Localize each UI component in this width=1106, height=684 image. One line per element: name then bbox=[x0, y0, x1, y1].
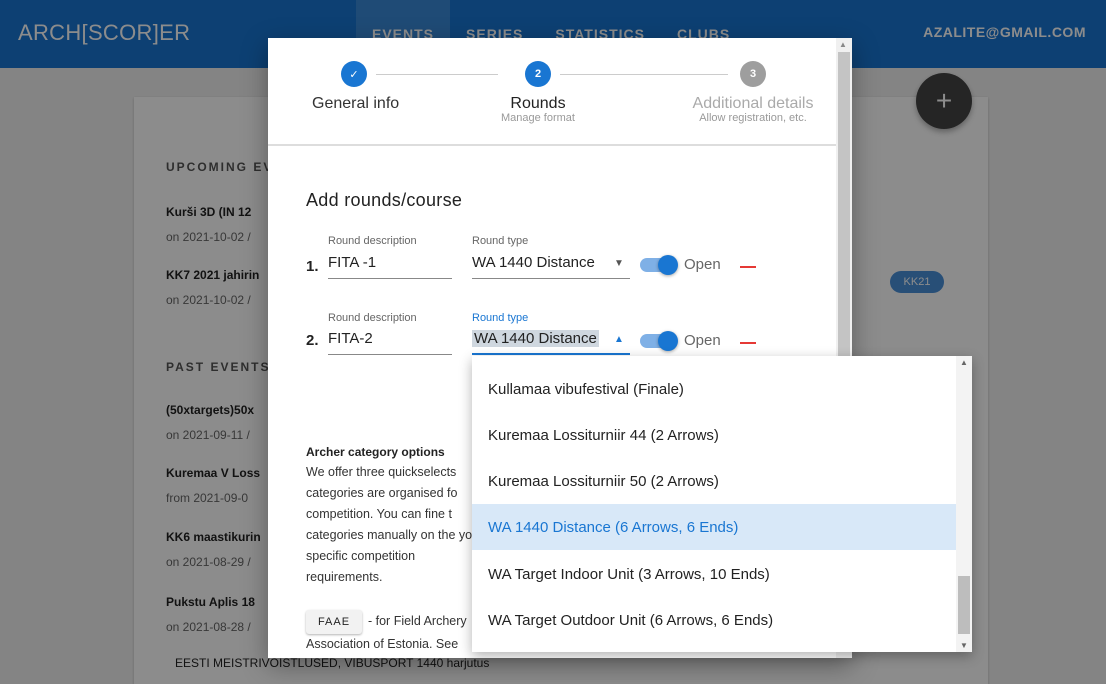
round-description-label: Round description bbox=[328, 312, 417, 324]
round-description-input[interactable]: FITA -1 bbox=[328, 254, 376, 271]
faae-description: - for Field Archery bbox=[368, 614, 467, 628]
round-number: 1. bbox=[306, 258, 319, 275]
menu-option[interactable]: WA Target Indoor Unit (3 Arrows, 10 Ends… bbox=[472, 551, 956, 597]
open-toggle-label: Open bbox=[684, 256, 721, 273]
scroll-thumb[interactable] bbox=[958, 576, 970, 634]
faae-description-2: Association of Estonia. See bbox=[306, 637, 459, 651]
round-description-input[interactable]: FITA-2 bbox=[328, 330, 373, 347]
open-toggle[interactable] bbox=[640, 255, 682, 275]
step-general-info[interactable]: General info bbox=[312, 95, 399, 113]
form-title: Add rounds/course bbox=[306, 190, 463, 210]
remove-round-icon[interactable] bbox=[740, 342, 756, 344]
menu-option[interactable]: Kuremaa Lossiturniir 50 (2 Arrows) bbox=[472, 458, 956, 504]
scroll-up-icon[interactable]: ▲ bbox=[839, 40, 847, 49]
round-type-label: Round type bbox=[472, 312, 529, 324]
category-options-text: We offer three quickselects categories a… bbox=[306, 465, 484, 584]
dropdown-arrow-up-icon[interactable]: ▲ bbox=[614, 334, 624, 345]
menu-option[interactable]: Kuremaa Lossiturniir 44 (2 Arrows) bbox=[472, 412, 956, 458]
round-type-menu: Kullamaa vibufestival (Finale) Kuremaa L… bbox=[472, 356, 972, 652]
round-type-select[interactable]: WA 1440 Distance bbox=[472, 330, 599, 347]
step-rounds-sub: Manage format bbox=[501, 112, 575, 124]
faae-button[interactable]: FAAE bbox=[306, 610, 362, 634]
menu-option[interactable]: Kullamaa vibufestival (Finale) bbox=[472, 366, 956, 412]
step-additional-details[interactable]: Additional details bbox=[673, 95, 833, 113]
open-toggle[interactable] bbox=[640, 331, 682, 351]
remove-round-icon[interactable] bbox=[740, 266, 756, 268]
category-options-title: Archer category options bbox=[306, 445, 445, 459]
menu-option-selected[interactable]: WA 1440 Distance (6 Arrows, 6 Ends) bbox=[472, 504, 956, 550]
step-additional-details-sub: Allow registration, etc. bbox=[699, 112, 807, 124]
check-icon: ✓ bbox=[341, 61, 367, 87]
input-underline bbox=[328, 354, 452, 355]
select-underline bbox=[472, 278, 630, 279]
step-number-2: 2 bbox=[525, 61, 551, 87]
input-underline bbox=[328, 278, 452, 279]
dropdown-arrow-icon[interactable]: ▼ bbox=[614, 258, 624, 269]
round-type-select[interactable]: WA 1440 Distance bbox=[472, 254, 595, 271]
step-number-3: 3 bbox=[740, 61, 766, 87]
step-connector bbox=[376, 74, 498, 75]
menu-option[interactable]: WA Target Outdoor Unit (6 Arrows, 6 Ends… bbox=[472, 597, 956, 643]
open-toggle-label: Open bbox=[684, 332, 721, 349]
step-connector bbox=[560, 74, 728, 75]
stepper: ✓ General info 2 Rounds Manage format 3 … bbox=[268, 38, 836, 146]
round-number: 2. bbox=[306, 332, 319, 349]
menu-scrollbar[interactable]: ▲ ▼ bbox=[956, 356, 972, 652]
select-underline bbox=[472, 353, 630, 355]
scroll-down-icon[interactable]: ▼ bbox=[960, 641, 968, 650]
scroll-up-icon[interactable]: ▲ bbox=[960, 358, 968, 367]
scroll-thumb[interactable] bbox=[838, 52, 850, 370]
step-rounds[interactable]: Rounds bbox=[493, 95, 583, 113]
round-type-label: Round type bbox=[472, 235, 529, 247]
round-description-label: Round description bbox=[328, 235, 417, 247]
